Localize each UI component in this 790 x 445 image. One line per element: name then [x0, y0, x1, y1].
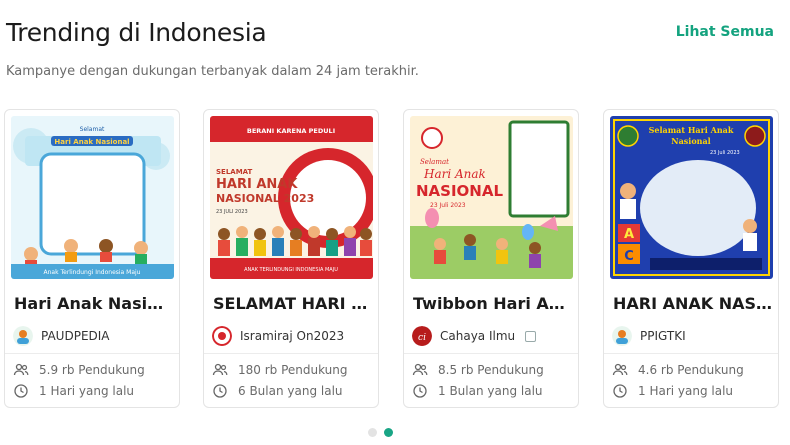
- thumb-line1: Selamat: [420, 158, 449, 166]
- thumb-line2: Hari Anak Nasional: [54, 138, 129, 146]
- time-ago: 6 Bulan yang lalu: [238, 384, 343, 398]
- creator[interactable]: PAUDPEDIA: [13, 325, 110, 347]
- divider: [204, 353, 378, 354]
- thumb-date: 23 Juli 2023: [710, 150, 740, 156]
- creator-avatar: ci: [412, 326, 432, 346]
- time-stat: 1 Hari yang lalu: [13, 383, 134, 399]
- carousel-pagination: [368, 428, 393, 437]
- thumb-line2: Hari Anak: [423, 167, 486, 181]
- supporters-count: 8.5 rb Pendukung: [438, 363, 544, 377]
- users-icon: [212, 363, 228, 376]
- campaign-title[interactable]: HARI ANAK NASI…: [613, 294, 773, 313]
- thumb-footer: Anak Terlindungi Indonesia Maju: [44, 269, 141, 276]
- creator-name: PAUDPEDIA: [41, 329, 110, 343]
- supporters-stat: 4.6 rb Pendukung: [612, 362, 744, 378]
- supporters-count: 4.6 rb Pendukung: [638, 363, 744, 377]
- campaign-card[interactable]: Selamat Hari Anak Nasional 23 Juli 2023 …: [603, 109, 779, 408]
- campaign-thumbnail[interactable]: Selamat Hari Anak NASIONAL 23 Juli 2023: [410, 116, 573, 279]
- divider: [404, 353, 578, 354]
- campaign-thumbnail[interactable]: BERANI KARENA PEDULI SELAMAT HARI ANAK N…: [210, 116, 373, 279]
- thumb-line3: NASIONAL: [416, 182, 503, 200]
- section-header: Trending di Indonesia Lihat Semua: [6, 18, 786, 47]
- thumb-line2: Nasional: [671, 136, 710, 146]
- thumb-line1: SELAMAT: [216, 168, 253, 176]
- twibbon-frame-image: Selamat Hari Anak Nasional Anak Terlindu…: [11, 116, 174, 279]
- time-stat: 6 Bulan yang lalu: [212, 383, 343, 399]
- twibbon-frame-image: Selamat Hari Anak Nasional 23 Juli 2023 …: [610, 116, 773, 279]
- creator-avatar: [13, 326, 33, 346]
- svg-text:ci: ci: [418, 333, 426, 343]
- campaign-thumbnail[interactable]: Selamat Hari Anak Nasional 23 Juli 2023 …: [610, 116, 773, 279]
- thumb-date: 23 JULI 2023: [216, 209, 248, 215]
- verified-badge-icon: [525, 330, 537, 342]
- time-ago: 1 Hari yang lalu: [39, 384, 135, 398]
- thumb-line3: NASIONAL 2023: [216, 192, 314, 205]
- creator[interactable]: ci Cahaya Ilmu: [412, 325, 537, 347]
- clock-icon: [14, 384, 28, 398]
- divider: [5, 353, 179, 354]
- thumb-footer: ANAK TERLINDUNGI INDONESIA MAJU: [244, 267, 338, 273]
- time-ago: 1 Bulan yang lalu: [438, 384, 543, 398]
- time-ago: 1 Hari yang lalu: [638, 384, 734, 398]
- carousel-dot-2[interactable]: [384, 428, 393, 437]
- supporters-stat: 180 rb Pendukung: [212, 362, 348, 378]
- time-stat: 1 Bulan yang lalu: [412, 383, 543, 399]
- section-subtitle: Kampanye dengan dukungan terbanyak dalam…: [6, 64, 419, 79]
- thumb-line1: Selamat: [80, 126, 105, 133]
- supporters-stat: 5.9 rb Pendukung: [13, 362, 145, 378]
- users-icon: [612, 363, 628, 376]
- creator-name: PPIGTKI: [640, 329, 686, 343]
- campaign-card[interactable]: BERANI KARENA PEDULI SELAMAT HARI ANAK N…: [203, 109, 379, 408]
- thumb-banner: BERANI KARENA PEDULI: [247, 127, 335, 135]
- creator[interactable]: PPIGTKI: [612, 325, 686, 347]
- creator[interactable]: Isramiraj On2023: [212, 325, 344, 347]
- campaign-thumbnail[interactable]: Selamat Hari Anak Nasional Anak Terlindu…: [11, 116, 174, 279]
- campaign-title[interactable]: Twibbon Hari Ana…: [413, 294, 573, 313]
- supporters-count: 180 rb Pendukung: [238, 363, 348, 377]
- svg-text:A: A: [624, 227, 634, 242]
- section-title: Trending di Indonesia: [6, 18, 267, 47]
- supporters-stat: 8.5 rb Pendukung: [412, 362, 544, 378]
- see-all-link[interactable]: Lihat Semua: [676, 24, 774, 40]
- campaign-card[interactable]: Selamat Hari Anak Nasional Anak Terlindu…: [4, 109, 180, 408]
- thumb-line1: Selamat Hari Anak: [649, 125, 734, 135]
- clock-icon: [413, 384, 427, 398]
- creator-avatar: [212, 326, 232, 346]
- creator-avatar: [612, 326, 632, 346]
- twibbon-frame-image: Selamat Hari Anak NASIONAL 23 Juli 2023: [410, 116, 573, 279]
- users-icon: [412, 363, 428, 376]
- creator-name: Cahaya Ilmu: [440, 329, 516, 343]
- users-icon: [13, 363, 29, 376]
- thumb-line2: HARI ANAK: [216, 177, 298, 192]
- twibbon-frame-image: BERANI KARENA PEDULI SELAMAT HARI ANAK N…: [210, 116, 373, 279]
- divider: [604, 353, 778, 354]
- clock-icon: [613, 384, 627, 398]
- svg-text:C: C: [624, 249, 634, 264]
- supporters-count: 5.9 rb Pendukung: [39, 363, 145, 377]
- carousel-dot-1[interactable]: [368, 428, 377, 437]
- campaign-carousel: Selamat Hari Anak Nasional Anak Terlindu…: [4, 109, 790, 409]
- thumb-date: 23 Juli 2023: [430, 202, 466, 209]
- campaign-card[interactable]: Selamat Hari Anak NASIONAL 23 Juli 2023 …: [403, 109, 579, 408]
- clock-icon: [213, 384, 227, 398]
- time-stat: 1 Hari yang lalu: [612, 383, 733, 399]
- creator-name: Isramiraj On2023: [240, 329, 345, 343]
- campaign-title[interactable]: Hari Anak Nasiona…: [14, 294, 174, 313]
- campaign-title[interactable]: SELAMAT HARI AN…: [213, 294, 373, 313]
